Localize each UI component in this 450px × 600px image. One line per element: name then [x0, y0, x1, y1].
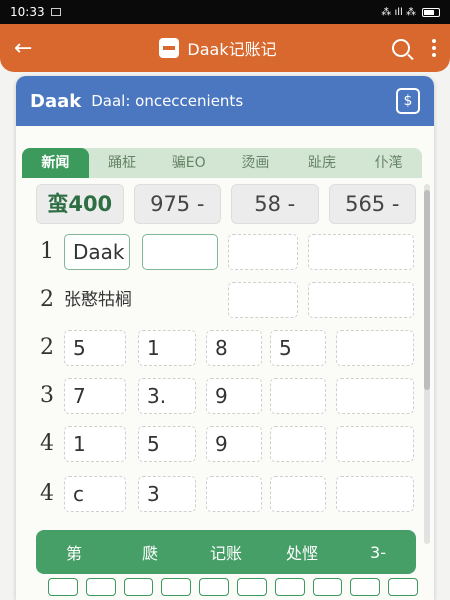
- entry-cell[interactable]: [206, 476, 262, 512]
- bottom-cell[interactable]: [350, 578, 381, 596]
- app-toolbar: ← Daak记账记: [0, 24, 450, 72]
- bottom-cell[interactable]: [85, 578, 116, 596]
- row-number: 3: [40, 383, 54, 408]
- summary-value: 565 -: [328, 184, 416, 224]
- entry-cell[interactable]: 9: [206, 378, 262, 414]
- search-icon[interactable]: [392, 39, 410, 57]
- dollar-icon[interactable]: $: [396, 88, 420, 114]
- entry-cell[interactable]: [270, 476, 326, 512]
- notification-icon: [50, 8, 61, 16]
- bottom-action-bar: 第 瓞 记账 处悭 3-: [36, 530, 416, 574]
- entry-cell[interactable]: 9: [206, 426, 262, 462]
- tab-0[interactable]: 新闻: [22, 148, 89, 178]
- entry-cell[interactable]: 5: [270, 330, 326, 366]
- back-arrow-icon[interactable]: ←: [14, 36, 44, 61]
- row-label: 张憨牯榈: [64, 290, 132, 310]
- entry-cell[interactable]: [228, 282, 298, 318]
- toolbar-title: Daak记账记: [187, 40, 277, 59]
- tab-1[interactable]: 踊柾: [89, 148, 156, 178]
- entry-cell[interactable]: [336, 426, 414, 462]
- table-row: 2 张憨牯榈: [36, 282, 416, 318]
- category-tabs: 新闻 踊柾 骗EO 烫画 趾庑 仆滗: [22, 148, 422, 178]
- entry-cell[interactable]: 3: [138, 476, 196, 512]
- table-row: 4 1 5 9: [36, 426, 416, 462]
- entry-cell[interactable]: 3.: [138, 378, 196, 414]
- tab-4[interactable]: 趾庑: [289, 148, 356, 178]
- table-row: 3 7 3. 9: [36, 378, 416, 414]
- entry-cell[interactable]: [270, 426, 326, 462]
- more-menu-icon[interactable]: [432, 39, 436, 57]
- table-row: 2 5 1 8 5: [36, 330, 416, 366]
- signal-icons: ⁂ ıll ⁂: [381, 6, 416, 18]
- card-subtitle: Daal: onceccenients: [91, 92, 244, 110]
- bottom-action[interactable]: 处悭: [264, 540, 340, 564]
- bottom-action-record[interactable]: 记账: [188, 540, 264, 564]
- row-number: 1: [40, 239, 54, 264]
- summary-total: 蛮400: [36, 184, 124, 224]
- entry-cell[interactable]: [336, 330, 414, 366]
- entry-cell[interactable]: 7: [64, 378, 126, 414]
- bottom-cells: [48, 578, 418, 596]
- summary-row: 蛮400 975 - 58 - 565 -: [36, 184, 416, 224]
- bottom-cell[interactable]: [236, 578, 267, 596]
- entry-cell[interactable]: [142, 234, 218, 270]
- summary-value: 58 -: [231, 184, 319, 224]
- bottom-action[interactable]: 瓞: [112, 540, 188, 564]
- status-bar: 10:33 ⁂ ıll ⁂: [0, 0, 450, 24]
- bottom-cell[interactable]: [123, 578, 154, 596]
- battery-icon: [422, 7, 440, 17]
- entry-cell[interactable]: [336, 378, 414, 414]
- bottom-action[interactable]: 3-: [340, 543, 416, 562]
- summary-value: 975 -: [133, 184, 221, 224]
- entry-cell[interactable]: 5: [64, 330, 126, 366]
- bottom-action[interactable]: 第: [36, 540, 112, 564]
- entry-cell[interactable]: [308, 234, 414, 270]
- tab-3[interactable]: 烫画: [222, 148, 289, 178]
- entry-cell[interactable]: 5: [138, 426, 196, 462]
- entry-cell[interactable]: c: [64, 476, 126, 512]
- bottom-cell[interactable]: [48, 578, 78, 596]
- tab-5[interactable]: 仆滗: [355, 148, 422, 178]
- tab-2[interactable]: 骗EO: [155, 148, 222, 178]
- entry-cell[interactable]: 1: [64, 426, 126, 462]
- bottom-cell[interactable]: [274, 578, 305, 596]
- entry-cell[interactable]: 8: [206, 330, 262, 366]
- row-number: 4: [40, 481, 54, 506]
- row-number: 4: [40, 431, 54, 456]
- row-number: 2: [40, 287, 54, 312]
- table-row: 1 Daak: [36, 234, 416, 270]
- entry-cell[interactable]: 1: [138, 330, 196, 366]
- entry-cell[interactable]: Daak: [64, 234, 130, 270]
- entry-cell[interactable]: [228, 234, 298, 270]
- scroll-thumb[interactable]: [424, 190, 430, 390]
- entry-cell[interactable]: [270, 378, 326, 414]
- row-number: 2: [40, 335, 54, 360]
- table-row: 4 c 3: [36, 476, 416, 512]
- bottom-cell[interactable]: [161, 578, 192, 596]
- entry-cell[interactable]: [308, 282, 414, 318]
- scrollbar[interactable]: [424, 184, 430, 544]
- toolbar-title-group: Daak记账记: [44, 36, 392, 60]
- bottom-cell[interactable]: [388, 578, 418, 596]
- card-header: Daak Daal: onceccenients $: [16, 76, 434, 126]
- bottom-cell[interactable]: [312, 578, 343, 596]
- card-brand: Daak: [30, 90, 82, 112]
- bottom-cell[interactable]: [199, 578, 229, 596]
- entry-cell[interactable]: [336, 476, 414, 512]
- app-logo-icon: [159, 38, 180, 58]
- status-time: 10:33: [10, 5, 45, 19]
